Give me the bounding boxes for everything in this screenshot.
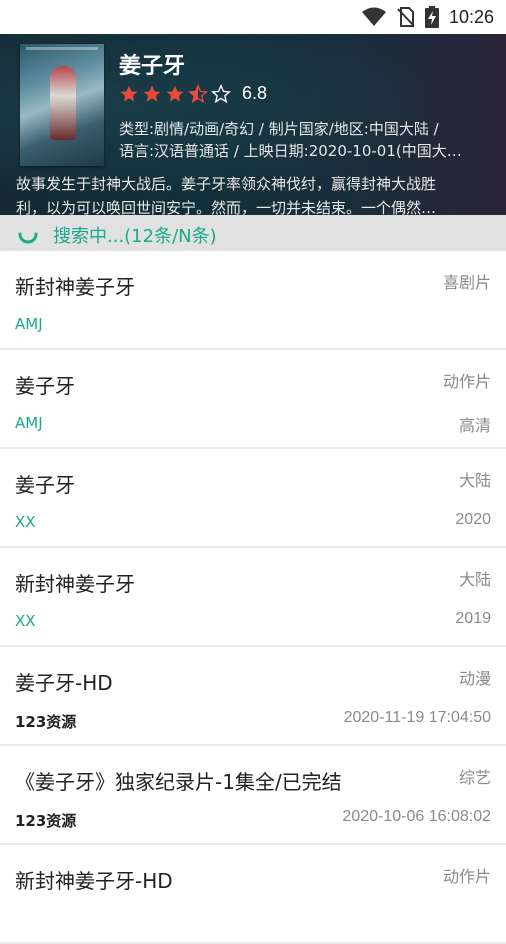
movie-meta: 类型:剧情/动画/奇幻 / 制片国家/地区:中国大陆 / 语言:汉语普通话 / … — [119, 118, 485, 162]
star-filled-icon — [166, 85, 184, 102]
list-item[interactable]: 新封神姜子牙-HD 动作片 — [0, 845, 506, 944]
list-item[interactable]: 姜子牙 大陆 XX 2020 — [0, 449, 506, 548]
result-source: XX — [15, 612, 36, 630]
battery-charging-icon — [424, 6, 439, 28]
star-half-icon — [188, 83, 208, 103]
result-source: AMJ — [15, 315, 43, 333]
result-timestamp: 2020-11-19 17:04:50 — [343, 709, 491, 726]
result-title: 新封神姜子牙 — [15, 572, 135, 596]
result-source: XX — [15, 513, 36, 531]
list-item[interactable]: 姜子牙-HD 动漫 123资源 2020-11-19 17:04:50 — [0, 647, 506, 746]
status-bar: 10:26 — [0, 0, 506, 34]
list-item[interactable]: 新封神姜子牙 喜剧片 AMJ — [0, 251, 506, 350]
result-title: 《姜子牙》独家纪录片-1集全/已完结 — [15, 770, 342, 794]
movie-description[interactable]: 故事发生于封神大战后。姜子牙率领众神伐纣，赢得封神大战胜 利，以为可以唤回世间安… — [16, 172, 490, 215]
search-status-text: 搜索中...(12条/N条) — [53, 226, 217, 247]
result-source: 123资源 — [15, 812, 77, 830]
rating-score: 6.8 — [242, 83, 268, 103]
no-sim-icon — [397, 7, 415, 27]
results-list: 新封神姜子牙 喜剧片 AMJ 姜子牙 动作片 AMJ 高清 姜子牙 大陆 XX … — [0, 251, 506, 944]
result-extra: 高清 — [458, 418, 491, 435]
result-type: 喜剧片 — [442, 273, 491, 292]
list-item[interactable]: 《姜子牙》独家纪录片-1集全/已完结 综艺 123资源 2020-10-06 1… — [0, 746, 506, 845]
result-timestamp: 2020-10-06 16:08:02 — [342, 808, 491, 825]
star-empty-icon — [211, 83, 231, 103]
meta-line: 语言:汉语普通话 / 上映日期:2020-10-01(中国大… — [119, 142, 462, 160]
result-title: 姜子牙 — [15, 473, 75, 497]
result-type: 综艺 — [458, 768, 491, 787]
search-status-bar: 搜索中...(12条/N条) — [0, 215, 506, 251]
result-type: 动作片 — [442, 867, 491, 886]
loading-spinner-icon — [18, 232, 38, 244]
result-type: 大陆 — [458, 471, 491, 490]
result-type: 动漫 — [458, 669, 491, 688]
list-item[interactable]: 新封神姜子牙 大陆 XX 2019 — [0, 548, 506, 647]
result-title: 姜子牙-HD — [15, 671, 113, 695]
result-type: 动作片 — [442, 372, 491, 391]
star-filled-icon — [120, 85, 138, 102]
result-source: 123资源 — [15, 713, 77, 731]
description-line: 故事发生于封神大战后。姜子牙率领众神伐纣，赢得封神大战胜 — [16, 175, 437, 193]
result-type: 大陆 — [458, 570, 491, 589]
list-item[interactable]: 姜子牙 动作片 AMJ 高清 — [0, 350, 506, 449]
star-filled-icon — [143, 85, 161, 102]
result-title: 新封神姜子牙-HD — [15, 869, 173, 893]
description-line: 利，以为可以唤回世间安宁。然而，一切并未结束。一个偶然… — [16, 199, 437, 215]
meta-line: 类型:剧情/动画/奇幻 / 制片国家/地区:中国大陆 / — [119, 120, 439, 138]
result-extra: 2020 — [455, 511, 491, 528]
movie-header: 姜子牙 6.8 类型:剧情/动画/奇幻 / 制片国家/地区:中国大陆 / 语言:… — [0, 34, 506, 215]
result-title: 姜子牙 — [15, 374, 75, 398]
movie-title: 姜子牙 — [119, 54, 186, 79]
wifi-icon — [361, 7, 386, 26]
result-source: AMJ — [15, 414, 43, 432]
status-icons: 10:26 — [361, 6, 494, 28]
movie-rating: 6.8 — [119, 83, 267, 104]
status-time: 10:26 — [448, 6, 494, 27]
result-extra: 2019 — [455, 610, 491, 627]
movie-poster[interactable] — [20, 44, 104, 166]
result-title: 新封神姜子牙 — [15, 275, 135, 299]
